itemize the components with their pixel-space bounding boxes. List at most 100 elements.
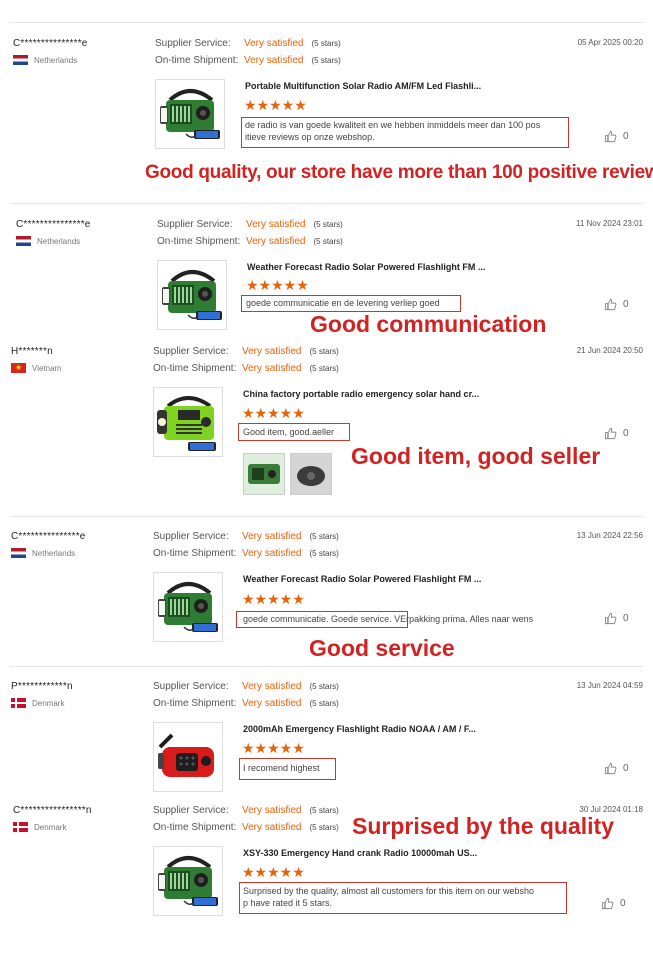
rating-value: Very satisfied <box>246 236 306 247</box>
supplier-service-rating: Supplier Service: Very satisfied (5 star… <box>153 346 339 357</box>
thumbs-up-icon <box>604 612 617 625</box>
rating-stars-text: (5 stars) <box>309 823 339 832</box>
annotation-caption: Good item, good seller <box>351 443 601 469</box>
flag-icon <box>11 548 26 558</box>
rating-stars-text: (5 stars) <box>309 532 339 541</box>
country-name: Denmark <box>32 698 65 708</box>
rating-stars-text: (5 stars) <box>313 237 343 246</box>
like-button[interactable]: 0 <box>604 427 629 440</box>
rating-value: Very satisfied <box>242 531 302 542</box>
flag-icon: ★ <box>11 363 26 373</box>
like-button[interactable]: 0 <box>604 130 629 143</box>
product-image[interactable] <box>153 572 223 642</box>
product-title[interactable]: 2000mAh Emergency Flashlight Radio NOAA … <box>243 724 476 734</box>
rating-value: Very satisfied <box>242 698 302 709</box>
like-button[interactable]: 0 <box>604 762 629 775</box>
product-title[interactable]: Portable Multifunction Solar Radio AM/FM… <box>245 81 481 91</box>
supplier-service-rating: Supplier Service: Very satisfied (5 star… <box>153 531 339 542</box>
product-image[interactable] <box>153 846 223 916</box>
like-button[interactable]: 0 <box>604 612 629 625</box>
rating-stars-text: (5 stars) <box>309 699 339 708</box>
like-button[interactable]: 0 <box>604 298 629 311</box>
rating-label: On-time Shipment: <box>153 698 237 709</box>
rating-value: Very satisfied <box>246 219 306 230</box>
supplier-service-rating: Supplier Service: Very satisfied (5 star… <box>157 219 343 230</box>
review-text-line: p have rated it 5 stars. <box>243 898 333 908</box>
rating-stars-text: (5 stars) <box>311 39 341 48</box>
rating-stars-text: (5 stars) <box>313 220 343 229</box>
rating-value: Very satisfied <box>244 38 304 49</box>
review-date: 11 Nov 2024 23:01 <box>575 219 643 228</box>
review-photo[interactable] <box>290 453 332 495</box>
rating-label: Supplier Service: <box>155 38 231 49</box>
rating-label: Supplier Service: <box>153 805 229 816</box>
product-image[interactable] <box>157 260 227 330</box>
review-stars: ★★★★★ <box>242 864 305 880</box>
reviewer-country: Netherlands <box>11 548 75 558</box>
review-item: C***************e Netherlands Supplier S… <box>0 0 653 200</box>
supplier-service-rating: Supplier Service: Very satisfied (5 star… <box>155 38 341 49</box>
flag-icon <box>11 698 26 708</box>
thumbs-up-icon <box>604 427 617 440</box>
reviewer-name: C****************n <box>13 805 92 816</box>
reviewer-country: Denmark <box>13 822 66 832</box>
review-stars: ★★★★★ <box>242 405 305 421</box>
like-button[interactable]: 0 <box>601 897 626 910</box>
rating-label: On-time Shipment: <box>155 55 239 66</box>
reviewer-country: Netherlands <box>16 236 80 246</box>
flag-icon <box>16 236 31 246</box>
like-count: 0 <box>623 131 629 142</box>
shipment-rating: On-time Shipment: Very satisfied (5 star… <box>153 822 339 833</box>
review-date: 05 Apr 2025 00:20 <box>577 38 643 47</box>
review-text-line: Surprised by the quality, almost all cus… <box>243 886 534 896</box>
rating-value: Very satisfied <box>242 346 302 357</box>
review-stars: ★★★★★ <box>242 740 305 756</box>
rating-stars-text: (5 stars) <box>309 549 339 558</box>
shipment-rating: On-time Shipment: Very satisfied (5 star… <box>153 698 339 709</box>
country-name: Netherlands <box>37 236 81 246</box>
rating-label: Supplier Service: <box>157 219 233 230</box>
rating-value: Very satisfied <box>242 822 302 833</box>
reviewer-name: C***************e <box>16 219 91 230</box>
product-image[interactable] <box>153 722 223 792</box>
product-title[interactable]: XSY-330 Emergency Hand crank Radio 10000… <box>243 848 477 858</box>
review-stars: ★★★★★ <box>246 277 309 293</box>
rating-stars-text: (5 stars) <box>311 56 341 65</box>
reviewer-name: P************n <box>11 681 73 692</box>
annotation-caption: Good communication <box>310 311 547 337</box>
rating-label: On-time Shipment: <box>153 363 237 374</box>
product-title[interactable]: China factory portable radio emergency s… <box>243 389 479 399</box>
product-image[interactable] <box>153 387 223 457</box>
rating-label: On-time Shipment: <box>157 236 241 247</box>
rating-value: Very satisfied <box>242 805 302 816</box>
review-text-line: I recomend highest <box>243 763 320 773</box>
product-image[interactable] <box>155 79 225 149</box>
supplier-service-rating: Supplier Service: Very satisfied (5 star… <box>153 681 339 692</box>
reviewer-country: Netherlands <box>13 55 77 65</box>
review-text-line: de radio is van goede kwaliteit en we he… <box>245 120 541 130</box>
review-stars: ★★★★★ <box>242 591 305 607</box>
rating-stars-text: (5 stars) <box>309 682 339 691</box>
review-divider <box>10 666 643 667</box>
annotation-caption: Surprised by the quality <box>352 813 614 839</box>
rating-value: Very satisfied <box>242 363 302 374</box>
rating-label: Supplier Service: <box>153 346 229 357</box>
rating-stars-text: (5 stars) <box>309 347 339 356</box>
like-count: 0 <box>623 763 629 774</box>
rating-stars-text: (5 stars) <box>309 806 339 815</box>
product-title[interactable]: Weather Forecast Radio Solar Powered Fla… <box>243 574 481 584</box>
like-count: 0 <box>623 428 629 439</box>
rating-value: Very satisfied <box>242 681 302 692</box>
reviewer-name: H*******n <box>11 346 53 357</box>
flag-icon <box>13 55 28 65</box>
review-photo[interactable] <box>243 453 285 495</box>
rating-stars-text: (5 stars) <box>309 364 339 373</box>
rating-value: Very satisfied <box>244 55 304 66</box>
shipment-rating: On-time Shipment: Very satisfied (5 star… <box>153 548 339 559</box>
country-name: Vietnam <box>32 363 62 373</box>
like-count: 0 <box>623 613 629 624</box>
like-count: 0 <box>620 898 626 909</box>
thumbs-up-icon <box>604 130 617 143</box>
rating-value: Very satisfied <box>242 548 302 559</box>
product-title[interactable]: Weather Forecast Radio Solar Powered Fla… <box>247 262 485 272</box>
